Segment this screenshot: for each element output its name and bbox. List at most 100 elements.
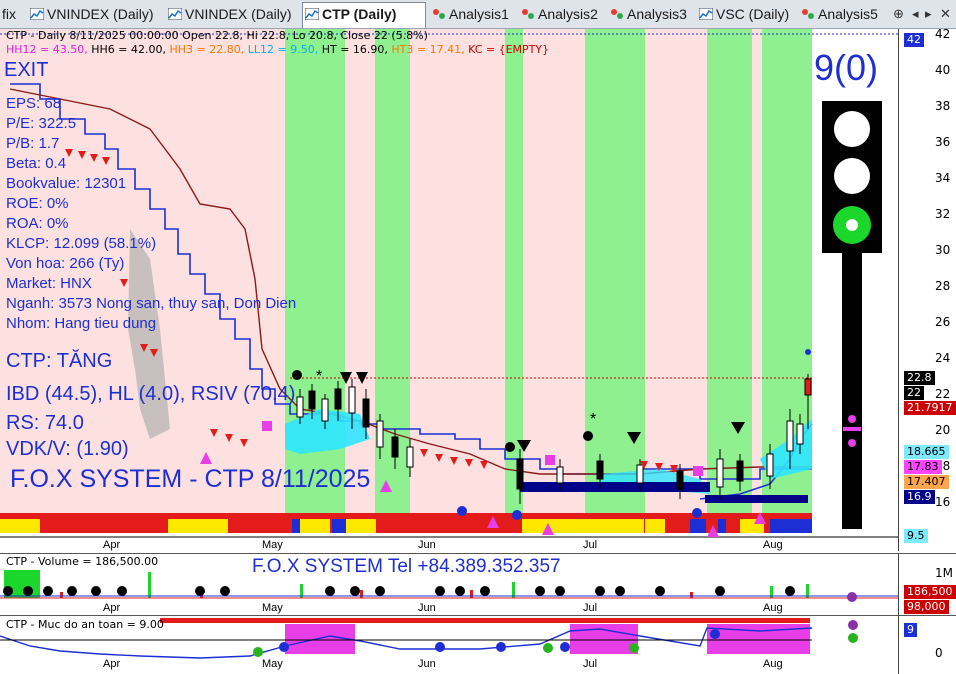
month-may: May bbox=[262, 658, 283, 670]
ibd-label: IBD (44.5), HL (4.0), RSIV (70.4) bbox=[6, 383, 296, 405]
roa-label: ROA: 0% bbox=[6, 215, 69, 232]
chevron-right-icon[interactable]: ▸ bbox=[925, 6, 932, 22]
header-values: HH12 = 43.50, HH6 = 42.00, HH3 = 22.80, … bbox=[6, 43, 550, 56]
tab-bar: fix VNINDEX (Daily) VNINDEX (Daily) CTP … bbox=[0, 0, 956, 29]
price-tag-close: 22 bbox=[904, 386, 924, 400]
pink-zone bbox=[752, 29, 762, 513]
volume-title: CTP - Volume = 186,500.00 bbox=[6, 555, 159, 568]
tick-label: 30 bbox=[935, 243, 951, 257]
price-pane[interactable]: * * CTP - Daily 8/11/2025 00:00:00 Open … bbox=[0, 29, 898, 551]
nhom-label: Nhom: Hang tieu dung bbox=[6, 315, 157, 332]
tick-label: 32 bbox=[935, 207, 951, 221]
tick-label: 24 bbox=[935, 351, 951, 365]
signal-score: 9(0) bbox=[814, 47, 879, 88]
month-jun: Jun bbox=[418, 539, 436, 551]
pink-zone bbox=[410, 29, 505, 513]
tick-label: 16 bbox=[935, 495, 951, 509]
market-label: Market: HNX bbox=[6, 275, 92, 292]
tick-label: 28 bbox=[935, 279, 951, 293]
exit-label: EXIT bbox=[4, 59, 49, 81]
pink-zone bbox=[523, 29, 585, 513]
price-tag-ma: 21.7917 bbox=[904, 401, 956, 415]
analysis-icon bbox=[432, 4, 446, 27]
chart-icon bbox=[29, 4, 45, 27]
volume-avg-tag: 98,000 bbox=[904, 600, 949, 614]
volume-tag: 186,500 bbox=[904, 585, 956, 599]
tick-label: 26 bbox=[935, 315, 951, 329]
volume-watermark: F.O.X SYSTEM Tel +84.389.352.357 bbox=[252, 556, 561, 577]
tick-label: 22 bbox=[935, 387, 951, 401]
close-icon[interactable]: ✕ bbox=[940, 6, 951, 22]
fox-banner: F.O.X SYSTEM - CTP 8/11/2025 bbox=[10, 465, 371, 493]
price-tag-cyan: 18.665 bbox=[904, 445, 949, 459]
month-aug: Aug bbox=[763, 539, 783, 551]
vonhoa-label: Von hoa: 266 (Ty) bbox=[6, 255, 125, 272]
tab-analysis3[interactable]: Analysis3 bbox=[608, 3, 694, 26]
month-aug: Aug bbox=[763, 602, 783, 614]
vdk-label: VDK/V: (1.90) bbox=[6, 438, 129, 460]
chart-header: CTP - Daily 8/11/2025 00:00:00 Open 22.8… bbox=[6, 29, 428, 42]
chart-icon bbox=[167, 4, 183, 27]
tick-label: 36 bbox=[935, 135, 951, 149]
light-off bbox=[834, 111, 870, 147]
chevron-left-icon[interactable]: ◂ bbox=[912, 6, 919, 22]
month-apr: Apr bbox=[103, 658, 121, 670]
month-may: May bbox=[262, 539, 283, 551]
svg-text:*: * bbox=[316, 368, 322, 385]
trend-label: CTP: TĂNG bbox=[6, 350, 113, 372]
pink-zone bbox=[645, 29, 707, 513]
price-tag-orange: 17.407 bbox=[904, 475, 949, 489]
tick-label: 38 bbox=[935, 99, 951, 113]
nganh-label: Nganh: 3573 Nong san, thuy san, Don Dien bbox=[6, 295, 297, 312]
add-tab-icon[interactable]: ⊕ bbox=[893, 6, 904, 22]
month-jul: Jul bbox=[583, 658, 598, 670]
pe-label: P/E: 322.5 bbox=[6, 115, 77, 132]
analysis-icon bbox=[801, 4, 815, 27]
tab-vnindex-2[interactable]: VNINDEX (Daily) bbox=[166, 3, 300, 26]
tick-label: 34 bbox=[935, 171, 951, 185]
tab-fix[interactable]: fix bbox=[0, 3, 26, 26]
safety-title: CTP - Muc do an toan = 9.00 bbox=[6, 618, 164, 631]
safety-pane[interactable]: CTP - Muc do an toan = 9.00 Apr May Jun … bbox=[0, 615, 898, 674]
tab-ctp[interactable]: CTP (Daily) bbox=[302, 2, 426, 28]
beta-label: Beta: 0.4 bbox=[6, 155, 67, 172]
month-jul: Jul bbox=[583, 539, 598, 551]
tab-vnindex-1[interactable]: VNINDEX (Daily) bbox=[28, 3, 162, 26]
month-jun: Jun bbox=[418, 602, 436, 614]
tick-label: 0 bbox=[935, 646, 943, 660]
klcp-label: KLCP: 12.099 (58.1%) bbox=[6, 235, 157, 252]
price-tag-magenta: 17.83 bbox=[904, 460, 942, 474]
roe-label: ROE: 0% bbox=[6, 195, 69, 212]
chart-icon bbox=[304, 4, 320, 27]
chart-icon bbox=[698, 4, 714, 27]
pb-label: P/B: 1.7 bbox=[6, 135, 60, 152]
month-apr: Apr bbox=[103, 602, 121, 614]
tab-analysis2[interactable]: Analysis2 bbox=[519, 3, 605, 26]
price-tag-top: 42 bbox=[904, 33, 924, 47]
tab-analysis1[interactable]: Analysis1 bbox=[430, 3, 516, 26]
tick-label: 20 bbox=[935, 423, 951, 437]
month-aug: Aug bbox=[763, 658, 783, 670]
rs-label: RS: 74.0 bbox=[6, 412, 84, 434]
tick-label: 1M bbox=[935, 566, 953, 580]
month-apr: Apr bbox=[103, 539, 121, 551]
month-jul: Jul bbox=[583, 602, 598, 614]
volume-pane[interactable]: CTP - Volume = 186,500.00 F.O.X SYSTEM T… bbox=[0, 553, 898, 615]
eps-label: EPS: 68 bbox=[6, 95, 62, 112]
price-tag-navy: 16.9 bbox=[904, 490, 935, 504]
tab-vsc[interactable]: VSC (Daily) bbox=[697, 3, 799, 26]
bookvalue-label: Bookvalue: 12301 bbox=[6, 175, 127, 192]
analysis-icon bbox=[610, 4, 624, 27]
traffic-light bbox=[822, 101, 882, 529]
price-tag-high: 22.8 bbox=[904, 371, 935, 385]
price-tag-low: 9.5 bbox=[904, 529, 928, 543]
month-jun: Jun bbox=[418, 658, 436, 670]
month-may: May bbox=[262, 602, 283, 614]
svg-text:*: * bbox=[590, 411, 596, 428]
tab-analysis5[interactable]: Analysis5 bbox=[799, 3, 885, 26]
safety-tag: 9 bbox=[904, 623, 917, 637]
green-zone bbox=[707, 29, 752, 513]
tick-label: 40 bbox=[935, 63, 951, 77]
light-off bbox=[834, 158, 870, 194]
analysis-icon bbox=[521, 4, 535, 27]
